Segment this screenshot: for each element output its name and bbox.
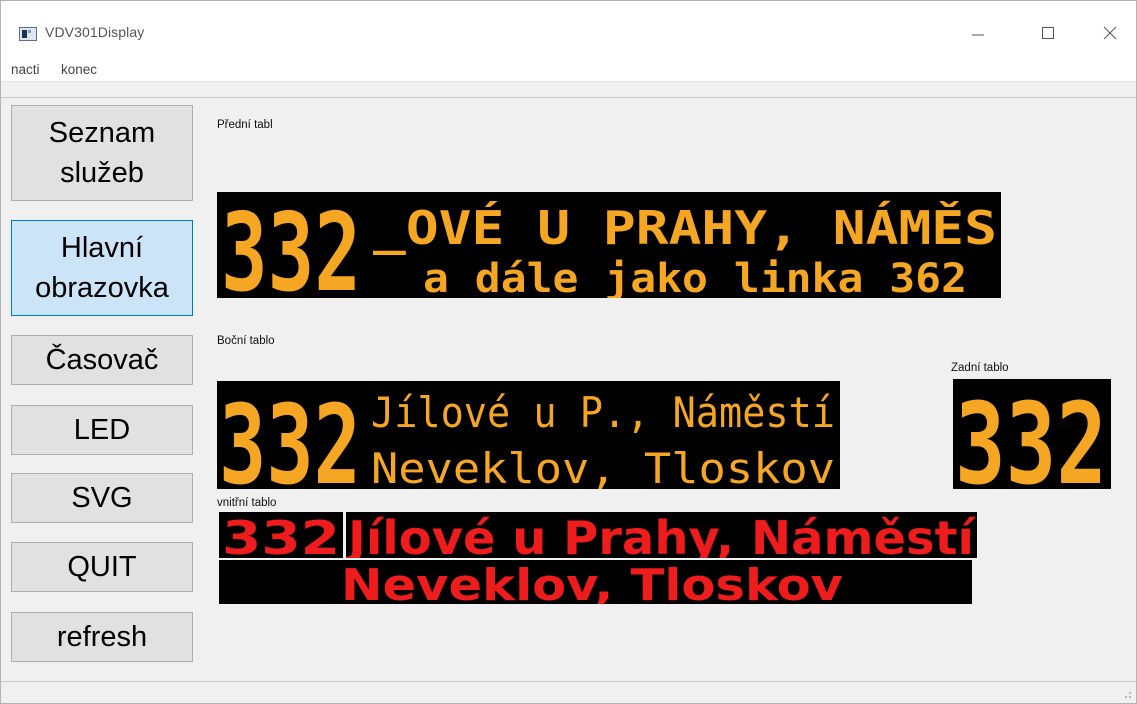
close-button[interactable] bbox=[1088, 17, 1134, 47]
menu-nacti[interactable]: nacti bbox=[11, 62, 40, 77]
status-bar-divider bbox=[1, 681, 1136, 682]
app-icon bbox=[19, 27, 37, 41]
svg-label: SVG bbox=[71, 482, 133, 514]
refresh-label: refresh bbox=[56, 621, 148, 653]
maximize-icon bbox=[1042, 27, 1054, 39]
vnitrni-line-number: 332 bbox=[222, 512, 340, 558]
predni-tablo-label: Přední tabl bbox=[217, 119, 273, 131]
bocni-line-number: 332 bbox=[219, 381, 361, 489]
predni-destination: _OVÉ U PRAHY, NÁMĚS bbox=[373, 201, 997, 255]
predni-via: a dále jako linka 362 bbox=[423, 256, 967, 298]
minimize-button[interactable] bbox=[956, 17, 1002, 47]
seznam-sluzeb-button[interactable]: Seznam služeb bbox=[11, 105, 193, 201]
casovac-button[interactable]: Časovač bbox=[11, 335, 193, 385]
led-button[interactable]: LED bbox=[11, 405, 193, 455]
hlavni-label-line2: obrazovka bbox=[35, 272, 169, 304]
zadni-tablo-display: 332 bbox=[953, 379, 1111, 489]
hlavni-obrazovka-button[interactable]: Hlavní obrazovka bbox=[11, 220, 193, 316]
bocni-tablo-label: Boční tablo bbox=[217, 335, 275, 347]
casovac-label: Časovač bbox=[45, 344, 159, 376]
close-icon bbox=[1103, 26, 1117, 40]
app-window: VDV301Display nacti konec Seznam služeb H… bbox=[0, 0, 1137, 704]
vnitrni-destination-panel: Jílové u Prahy, Náměstí bbox=[346, 512, 977, 558]
vnitrni-line-panel: 332 bbox=[219, 512, 343, 558]
vnitrni-tablo-label: vnitřní tablo bbox=[217, 497, 277, 509]
zadni-line-number: 332 bbox=[955, 380, 1107, 489]
minimize-icon bbox=[972, 34, 984, 36]
bocni-destination: Jílové u P., Náměstí bbox=[371, 388, 835, 437]
hlavni-label-line1: Hlavní bbox=[60, 232, 144, 264]
quit-label: QUIT bbox=[67, 551, 137, 583]
quit-button[interactable]: QUIT bbox=[11, 542, 193, 592]
led-label: LED bbox=[73, 414, 131, 446]
predni-line-number: 332 bbox=[221, 192, 361, 298]
svg-button[interactable]: SVG bbox=[11, 473, 193, 523]
bocni-tablo-display: 332 Jílové u P., Náměstí Neveklov, Tlosk… bbox=[217, 381, 840, 489]
maximize-button[interactable] bbox=[1026, 17, 1072, 47]
zadni-tablo-label: Zadní tablo bbox=[951, 362, 1009, 374]
title-bar: VDV301Display bbox=[1, 1, 1136, 53]
vnitrni-destination: Jílové u Prahy, Náměstí bbox=[346, 512, 976, 558]
seznam-label-line2: služeb bbox=[60, 157, 144, 189]
vnitrni-via: Neveklov, Tloskov bbox=[341, 560, 843, 604]
vnitrni-via-panel: Neveklov, Tloskov bbox=[219, 560, 972, 604]
predni-tablo-display: 332 _OVÉ U PRAHY, NÁMĚS a dále jako link… bbox=[217, 192, 1001, 298]
divider bbox=[1, 97, 1136, 98]
menu-konec[interactable]: konec bbox=[61, 62, 97, 77]
bocni-via: Neveklov, Tloskov bbox=[371, 444, 835, 489]
refresh-button[interactable]: refresh bbox=[11, 612, 193, 662]
window-title: VDV301Display bbox=[45, 24, 145, 40]
resize-grip-icon[interactable] bbox=[1122, 689, 1132, 699]
menu-bar: nacti konec bbox=[1, 53, 1136, 82]
seznam-label-line1: Seznam bbox=[48, 117, 156, 149]
